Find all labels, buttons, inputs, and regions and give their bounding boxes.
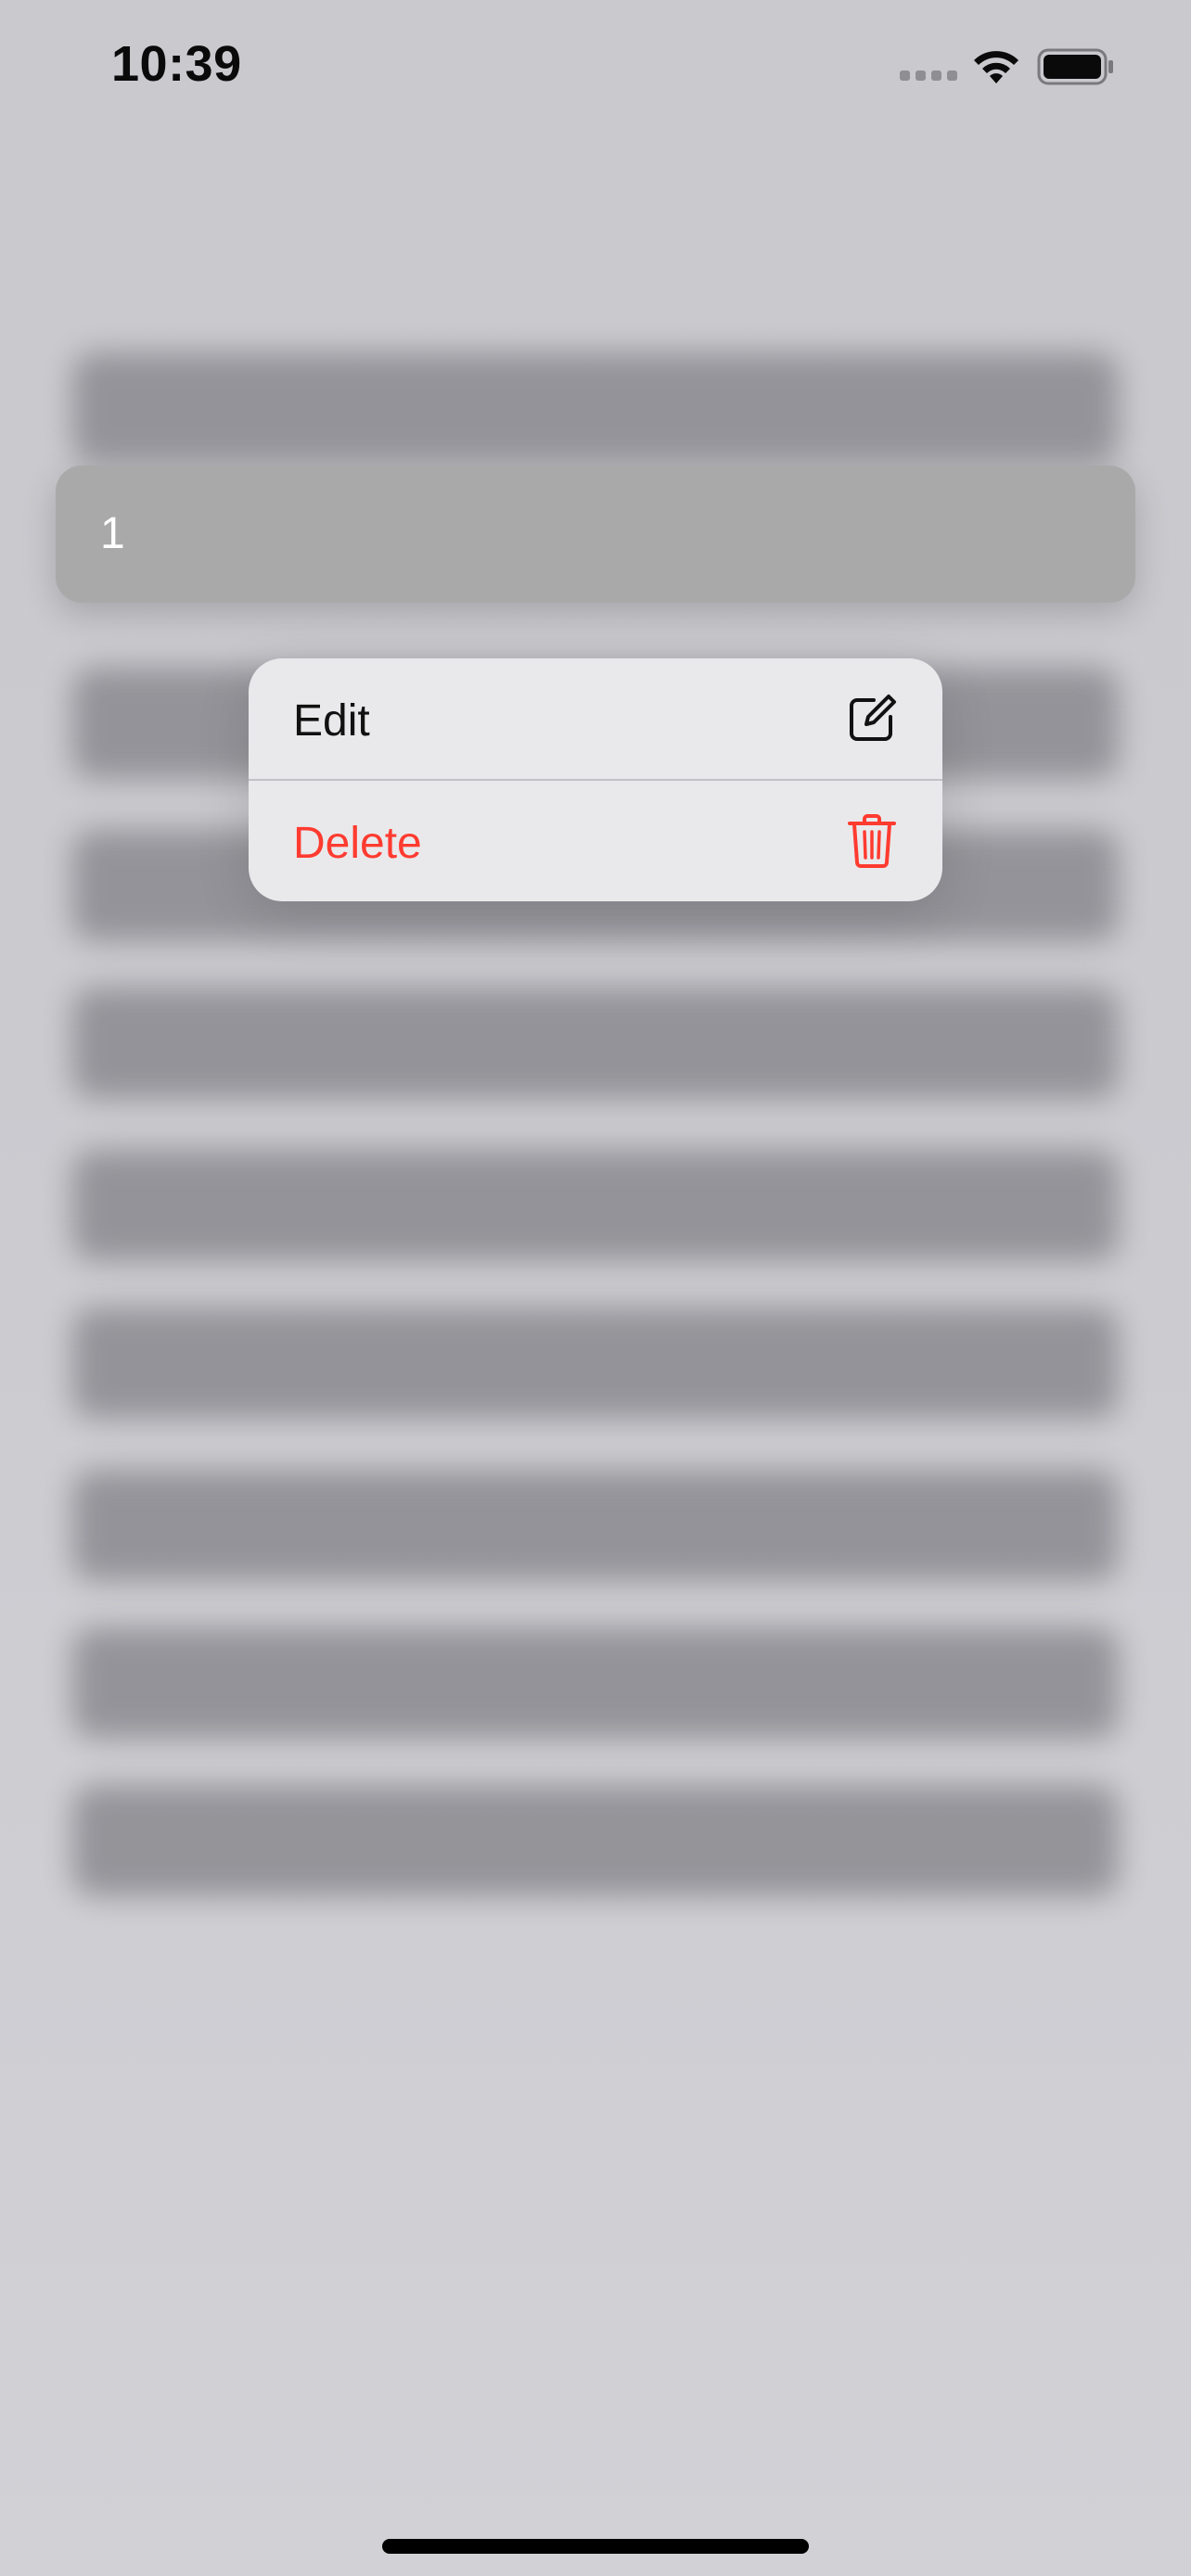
status-time: 10:39	[111, 36, 242, 92]
status-bar: 10:39	[0, 0, 1191, 139]
square-and-pencil-icon	[850, 695, 896, 741]
delete-menu-item[interactable]: Delete	[249, 781, 942, 901]
list-cell-label: 1	[100, 509, 125, 558]
blurred-list-row	[72, 1785, 1119, 1896]
app-screen: 10:39 1 Edit Delete	[0, 0, 1191, 2576]
edit-label: Edit	[293, 696, 370, 746]
blurred-list-row	[72, 352, 1119, 464]
blurred-list-row	[72, 1627, 1119, 1739]
wifi-icon	[974, 51, 1018, 83]
delete-label: Delete	[293, 819, 422, 868]
context-menu: Edit Delete	[249, 658, 942, 901]
cellular-signal-icon	[900, 70, 957, 83]
home-indicator[interactable]	[382, 2539, 809, 2554]
blurred-list-row	[72, 1150, 1119, 1261]
focused-list-cell[interactable]: 1	[56, 465, 1135, 603]
blurred-list-row	[72, 1307, 1119, 1419]
trash-icon	[848, 814, 896, 868]
blurred-list-row	[72, 1470, 1119, 1581]
blurred-list-row	[72, 988, 1119, 1099]
battery-full-icon	[1037, 48, 1113, 85]
edit-menu-item[interactable]: Edit	[249, 658, 942, 779]
